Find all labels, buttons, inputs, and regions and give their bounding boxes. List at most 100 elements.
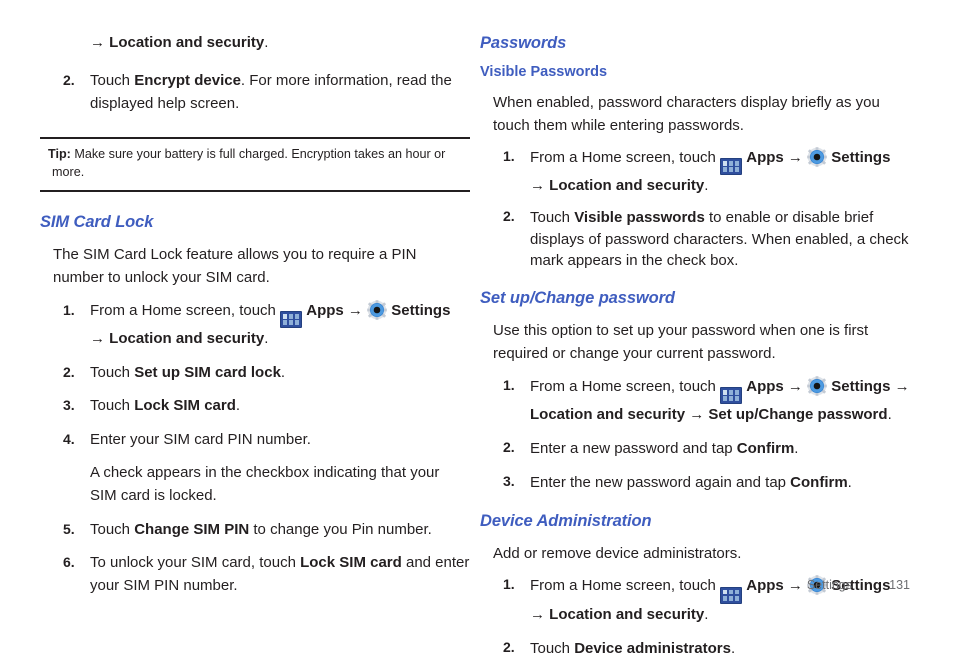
- settings-label: Settings: [831, 377, 891, 395]
- step-lead: From a Home screen, touch: [530, 377, 721, 395]
- step-lead: Touch: [90, 71, 135, 89]
- right-column: Passwords Visible Passwords When enabled…: [480, 0, 910, 659]
- step-period: .: [887, 405, 892, 423]
- left-column: → Location and security. 2. Touch Encryp…: [40, 0, 470, 598]
- list-number: 1.: [503, 147, 515, 164]
- list-number: 2.: [503, 208, 515, 225]
- list-item: 1. From a Home screen, touch Apps → Sett…: [40, 299, 470, 351]
- step-sub-paragraph: A check appears in the checkbox indicati…: [90, 463, 440, 504]
- continued-step-bold: Location and security: [109, 34, 265, 51]
- continued-step-period: .: [264, 34, 269, 51]
- list-item: 2. Touch Encrypt device. For more inform…: [40, 70, 470, 116]
- list-number: 5.: [63, 520, 75, 537]
- device-administration-intro: Add or remove device administrators.: [493, 544, 742, 562]
- step-bold: Device administrators: [574, 639, 731, 657]
- heading-set-up-change-password: Set up/Change password: [480, 289, 675, 308]
- list-number: 3.: [63, 397, 75, 414]
- list-item: 1. From a Home screen, touch Apps → Sett…: [480, 375, 910, 426]
- step-rest: .: [847, 474, 852, 492]
- step-bold-tail: Location and security → Set up/Change pa…: [530, 405, 888, 423]
- list-item: 2. Enter a new password and tap Confirm.: [480, 438, 910, 459]
- step-bold: Confirm: [790, 474, 848, 492]
- apps-grid-icon[interactable]: [720, 158, 743, 176]
- apps-grid-icon[interactable]: [280, 310, 303, 328]
- sim-card-lock-intro: The SIM Card Lock feature allows you to …: [53, 245, 417, 286]
- step-lead: Touch: [90, 397, 135, 415]
- step-rest: .: [730, 639, 736, 657]
- footer-section-label: Settings: [806, 578, 852, 592]
- step-lead: Enter a new password and tap: [530, 440, 737, 458]
- gear-icon[interactable]: [367, 299, 387, 320]
- tip-text: Tip: Make sure your battery is full char…: [40, 146, 470, 181]
- step-bold: Lock SIM card: [300, 554, 402, 572]
- list-item: 3. Enter the new password again and tap …: [480, 472, 910, 493]
- tip-body: Make sure your battery is full charged. …: [52, 147, 446, 179]
- step-rest: .: [794, 440, 799, 458]
- list-item: 2. Touch Visible passwords to enable or …: [480, 207, 910, 271]
- list-number: 6.: [63, 554, 75, 571]
- step-lead: Enter your SIM card PIN number.: [90, 431, 311, 449]
- step-period: .: [704, 177, 709, 195]
- heading-device-administration: Device Administration: [480, 511, 652, 530]
- step-bold-tail: Location and security: [549, 605, 705, 623]
- arrow-icon: →: [90, 34, 105, 51]
- list-number: 2.: [63, 363, 75, 380]
- sim-card-lock-steps: 1. From a Home screen, touch Apps → Sett…: [40, 299, 470, 598]
- step-rest: to change you Pin number.: [249, 520, 432, 538]
- step-lead: Touch: [90, 363, 135, 381]
- step-lead: Touch: [90, 520, 135, 538]
- list-item: 2. Touch Device administrators.: [480, 638, 910, 659]
- list-number: 2.: [503, 638, 515, 655]
- settings-label: Settings: [831, 148, 891, 166]
- list-number: 2.: [503, 439, 515, 456]
- step-lead: Touch: [530, 209, 575, 227]
- arrow-icon: →: [787, 377, 803, 395]
- gear-icon[interactable]: [807, 375, 827, 396]
- list-item: 2. Touch Set up SIM card lock.: [40, 362, 470, 385]
- manual-page: → Location and security. 2. Touch Encryp…: [0, 0, 954, 657]
- step-bold: Visible passwords: [574, 209, 705, 227]
- tip-label: Tip:: [48, 147, 71, 162]
- step-bold-tail: Location and security: [109, 329, 265, 347]
- arrow-icon: →: [787, 148, 803, 166]
- list-item: 6. To unlock your SIM card, touch Lock S…: [40, 552, 470, 598]
- list-number: 1.: [503, 376, 515, 393]
- visible-passwords-steps: 1. From a Home screen, touch Apps → Sett…: [480, 146, 910, 271]
- list-item: 3. Touch Lock SIM card.: [40, 395, 470, 418]
- apps-grid-icon[interactable]: [720, 386, 743, 404]
- step-lead: To unlock your SIM card, touch: [90, 554, 301, 572]
- arrow-icon: →: [894, 377, 910, 395]
- step-period: .: [704, 605, 709, 623]
- step-bold-tail: Location and security: [549, 177, 705, 195]
- arrow-icon: →: [530, 177, 545, 195]
- list-item: 5. Touch Change SIM PIN to change you Pi…: [40, 519, 470, 542]
- list-number: 2.: [63, 71, 75, 88]
- gear-icon[interactable]: [807, 146, 827, 167]
- step-rest: .: [235, 397, 241, 415]
- apps-label: Apps: [746, 148, 784, 166]
- step-lead: Touch: [530, 639, 575, 657]
- list-number: 1.: [63, 301, 75, 318]
- continued-step-line: → Location and security.: [40, 32, 470, 55]
- list-number: 4.: [63, 431, 75, 448]
- encrypt-step-list: 2. Touch Encrypt device. For more inform…: [40, 70, 470, 116]
- step-bold: Change SIM PIN: [134, 520, 250, 538]
- arrow-icon: →: [347, 301, 363, 319]
- subheading-visible-passwords: Visible Passwords: [480, 63, 608, 80]
- footer-page-number: 131: [889, 578, 910, 592]
- step-bold: Encrypt device: [134, 71, 241, 89]
- step-lead: Enter the new password again and tap: [530, 474, 791, 492]
- list-item: 4. Enter your SIM card PIN number. A che…: [40, 429, 470, 507]
- heading-sim-card-lock: SIM Card Lock: [40, 213, 154, 232]
- visible-passwords-intro: When enabled, password characters displa…: [493, 94, 880, 134]
- step-period: .: [264, 329, 269, 347]
- list-item: 1. From a Home screen, touch Apps → Sett…: [480, 146, 910, 197]
- step-bold: Lock SIM card: [134, 397, 236, 415]
- page-footer: Settings 131: [480, 578, 910, 592]
- step-bold: Confirm: [736, 440, 795, 458]
- heading-passwords: Passwords: [480, 34, 567, 52]
- set-up-change-password-intro: Use this option to set up your password …: [493, 322, 869, 362]
- step-lead: From a Home screen, touch: [530, 148, 721, 166]
- arrow-icon: →: [90, 329, 105, 347]
- tip-box: Tip: Make sure your battery is full char…: [40, 137, 470, 193]
